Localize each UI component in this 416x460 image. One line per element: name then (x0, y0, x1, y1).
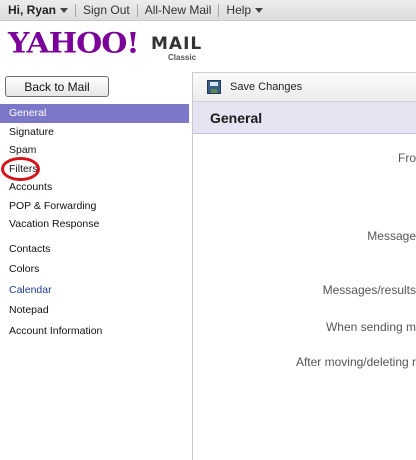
help-menu[interactable]: Help (219, 3, 270, 17)
mail-wordmark: MAIL (151, 34, 203, 54)
options-sidebar: Back to Mail General Signature Spam Filt… (0, 72, 191, 460)
chevron-down-icon (60, 7, 69, 13)
sidebar-item-filters[interactable]: Filters (0, 160, 189, 179)
field-label-messages-results: Messages/results (322, 283, 416, 297)
sidebar-item-account-information[interactable]: Account Information (0, 322, 189, 341)
top-user-bar: Hi, Ryan Sign Out All-New Mail Help (0, 0, 416, 21)
yahoo-wordmark: YAHOO! (8, 27, 140, 60)
field-label-from: Fro (398, 151, 416, 165)
general-settings-content: Fro Message Messages/results When sendin… (193, 134, 416, 460)
save-icon (207, 80, 221, 94)
sidebar-item-calendar[interactable]: Calendar (0, 281, 189, 300)
section-title: General (193, 102, 416, 134)
sidebar-item-vacation-response[interactable]: Vacation Response (0, 215, 189, 234)
help-label: Help (226, 3, 252, 17)
classic-label: Classic (168, 53, 197, 62)
sidebar-item-signature[interactable]: Signature (0, 123, 189, 142)
options-nav: General Signature Spam Filters Accounts … (0, 104, 189, 340)
sidebar-item-general[interactable]: General (0, 104, 189, 123)
options-toolbar: Save Changes (193, 72, 416, 102)
sign-out-link[interactable]: Sign Out (76, 3, 137, 17)
user-menu[interactable]: Hi, Ryan (0, 3, 75, 17)
sidebar-item-accounts[interactable]: Accounts (0, 178, 189, 197)
field-label-message: Message (367, 229, 416, 243)
user-greeting: Hi, Ryan (8, 3, 57, 17)
sidebar-item-spam[interactable]: Spam (0, 141, 189, 160)
yahoo-mail-logo[interactable]: YAHOO! MAIL Classic (8, 28, 208, 64)
sidebar-item-contacts[interactable]: Contacts (0, 240, 189, 259)
all-new-mail-link[interactable]: All-New Mail (138, 3, 219, 17)
sidebar-item-colors[interactable]: Colors (0, 260, 189, 279)
chevron-down-icon (255, 7, 264, 13)
field-label-when-sending: When sending m (325, 320, 416, 334)
back-to-mail-button[interactable]: Back to Mail (5, 76, 109, 97)
save-changes-button[interactable]: Save Changes (230, 81, 302, 93)
sidebar-item-notepad[interactable]: Notepad (0, 301, 189, 320)
sidebar-item-pop-forwarding[interactable]: POP & Forwarding (0, 197, 189, 216)
field-label-after-moving-deleting: After moving/deleting r (295, 355, 416, 369)
